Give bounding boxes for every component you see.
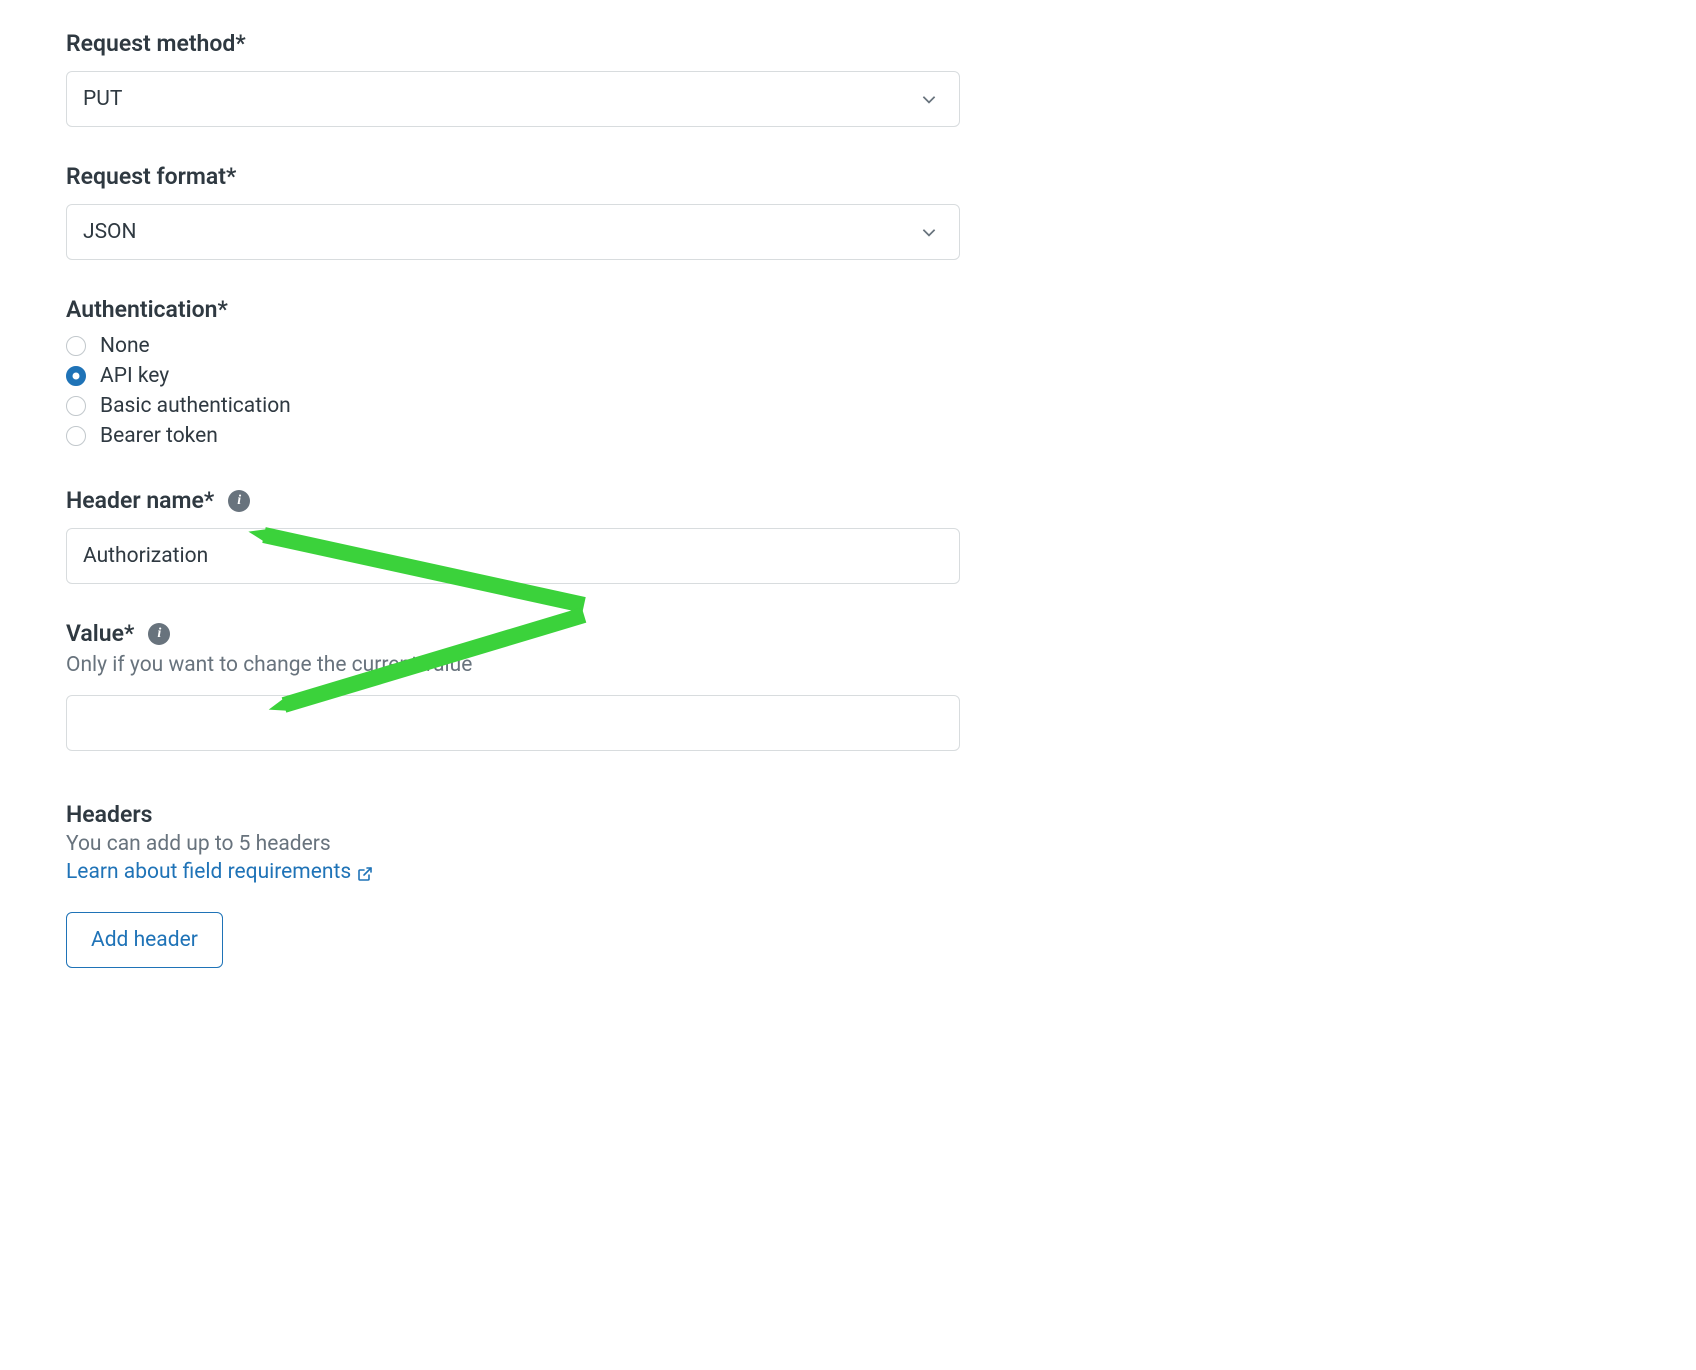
authentication-option[interactable]: None — [66, 331, 1630, 361]
request-format-label: Request format* — [66, 163, 1630, 190]
learn-about-requirements-link[interactable]: Learn about field requirements — [66, 860, 373, 884]
value-group: Value* i Only if you want to change the … — [66, 620, 1630, 751]
authentication-option[interactable]: Bearer token — [66, 421, 1630, 451]
radio-label: API key — [100, 364, 169, 388]
request-method-label: Request method* — [66, 30, 1630, 57]
radio-button[interactable] — [66, 366, 86, 386]
value-input[interactable] — [66, 695, 960, 751]
header-name-label: Header name* — [66, 487, 214, 514]
headers-title: Headers — [66, 801, 1630, 828]
radio-label: None — [100, 334, 150, 358]
request-method-group: Request method* PUT — [66, 30, 1630, 127]
authentication-radio-group: None API key Basic authentication Bearer to… — [66, 331, 1630, 451]
value-help-text: Only if you want to change the current v… — [66, 653, 1630, 677]
radio-label: Bearer token — [100, 424, 218, 448]
request-method-value: PUT — [83, 87, 122, 111]
radio-label: Basic authentication — [100, 394, 291, 418]
info-icon[interactable]: i — [228, 490, 250, 512]
authentication-option[interactable]: API key — [66, 361, 1630, 391]
request-format-select[interactable]: JSON — [66, 204, 960, 260]
radio-button[interactable] — [66, 426, 86, 446]
radio-button[interactable] — [66, 336, 86, 356]
request-format-select-wrap: JSON — [66, 204, 960, 260]
request-method-select[interactable]: PUT — [66, 71, 960, 127]
header-name-input[interactable] — [66, 528, 960, 584]
add-header-button[interactable]: Add header — [66, 912, 223, 968]
link-text: Learn about field requirements — [66, 860, 351, 884]
request-format-group: Request format* JSON — [66, 163, 1630, 260]
authentication-option[interactable]: Basic authentication — [66, 391, 1630, 421]
value-label-row: Value* i — [66, 620, 1630, 647]
value-label: Value* — [66, 620, 134, 647]
info-icon[interactable]: i — [148, 623, 170, 645]
header-name-label-row: Header name* i — [66, 487, 1630, 514]
radio-button[interactable] — [66, 396, 86, 416]
headers-section: Headers You can add up to 5 headers Lear… — [66, 801, 1630, 968]
authentication-label: Authentication* — [66, 296, 1630, 323]
external-link-icon — [357, 864, 373, 880]
add-header-button-label: Add header — [91, 928, 198, 952]
request-format-value: JSON — [83, 220, 136, 244]
header-name-group: Header name* i — [66, 487, 1630, 584]
authentication-group: Authentication* None API key Basic authent… — [66, 296, 1630, 451]
headers-subtitle: You can add up to 5 headers — [66, 832, 1630, 856]
request-method-select-wrap: PUT — [66, 71, 960, 127]
